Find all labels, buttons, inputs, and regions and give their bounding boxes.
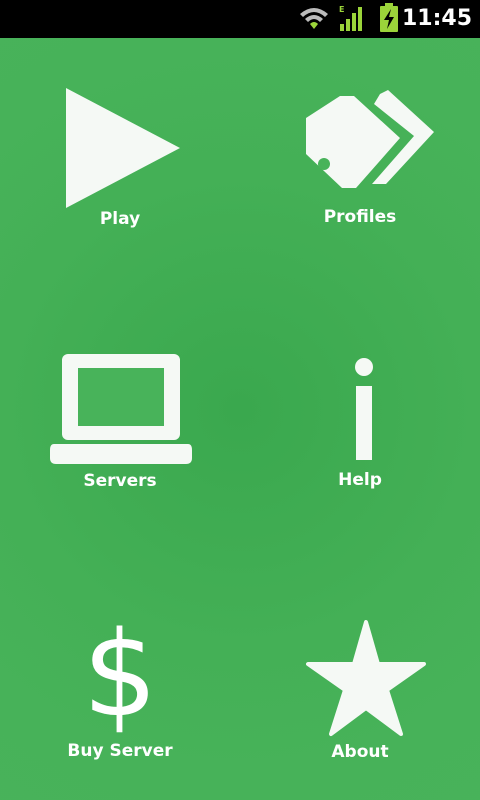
profiles-button[interactable]: Profiles xyxy=(240,38,480,292)
about-label: About xyxy=(331,742,389,762)
help-label: Help xyxy=(338,470,382,490)
tags-icon xyxy=(306,90,434,188)
battery-charging-icon xyxy=(380,3,398,32)
dollar-icon: $ xyxy=(82,605,158,743)
info-icon xyxy=(355,358,373,460)
main-menu: Play Profiles Servers Help $ Buy Server xyxy=(0,38,480,800)
servers-label: Servers xyxy=(83,471,157,491)
star-icon xyxy=(306,620,426,736)
play-icon xyxy=(66,88,180,208)
wifi-icon xyxy=(300,8,328,29)
play-button[interactable]: Play xyxy=(0,38,240,292)
status-bar: E 11:45 xyxy=(0,0,480,38)
buy-server-label: Buy Server xyxy=(67,741,173,761)
laptop-icon xyxy=(50,354,192,464)
buy-server-button[interactable]: $ Buy Server xyxy=(0,546,240,800)
signal-icon: E xyxy=(339,5,362,31)
about-button[interactable]: About xyxy=(240,546,480,800)
profiles-label: Profiles xyxy=(323,207,397,227)
help-button[interactable]: Help xyxy=(240,292,480,546)
servers-button[interactable]: Servers xyxy=(0,292,240,546)
svg-text:E: E xyxy=(339,5,344,14)
status-time: 11:45 xyxy=(401,6,472,31)
play-label: Play xyxy=(99,209,141,229)
